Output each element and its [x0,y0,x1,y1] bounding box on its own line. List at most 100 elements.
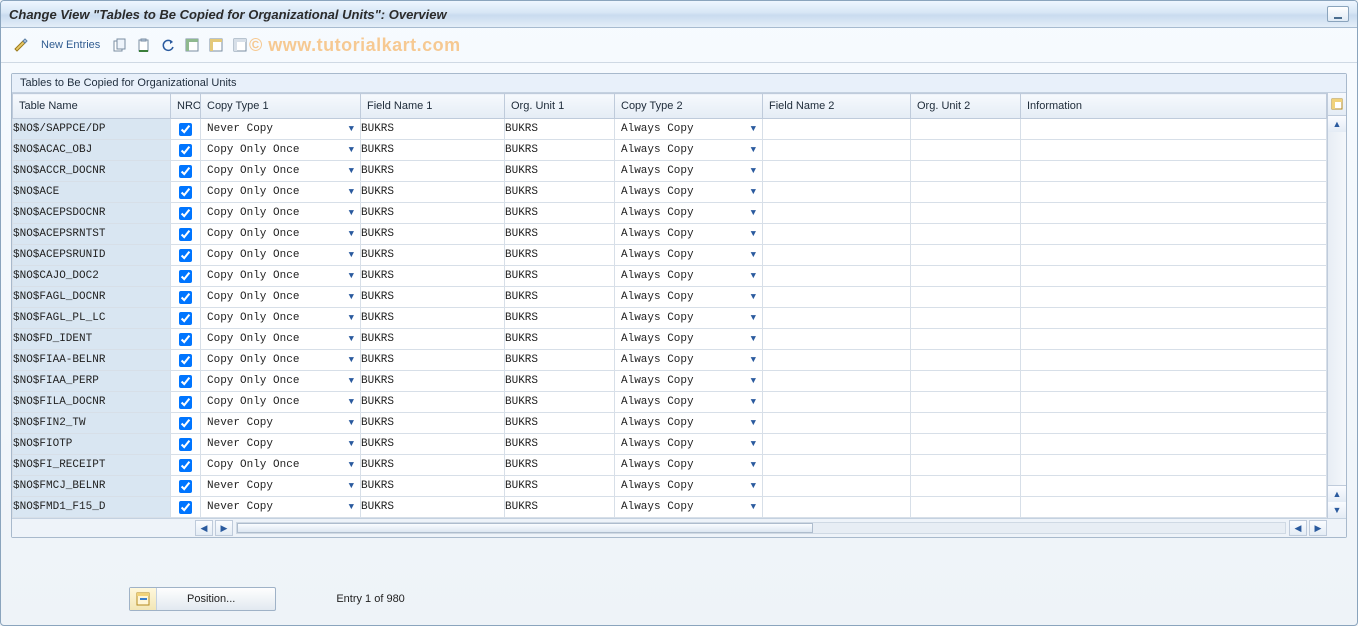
cell-information[interactable] [1021,392,1327,413]
cell-nro[interactable] [171,308,201,329]
cell-org-unit-2[interactable] [911,413,1021,434]
dropdown-arrow-icon[interactable]: ▼ [345,124,358,134]
cell-org-unit-1[interactable]: BUKRS [505,119,615,140]
cell-org-unit-2[interactable] [911,203,1021,224]
cell-nro[interactable] [171,392,201,413]
cell-information[interactable] [1021,224,1327,245]
cell-copy-type-2[interactable]: Always Copy▼ [615,329,763,350]
cell-table-name[interactable]: $NO$FILA_DOCNR [13,392,171,413]
cell-copy-type-2[interactable]: Always Copy▼ [615,497,763,518]
cell-field-name-2[interactable] [763,413,911,434]
cell-copy-type-1[interactable]: Copy Only Once▼ [201,329,361,350]
nro-checkbox[interactable] [179,396,192,409]
cell-org-unit-2[interactable] [911,392,1021,413]
cell-org-unit-2[interactable] [911,476,1021,497]
table-row[interactable]: $NO$FILA_DOCNRCopy Only Once▼BUKRSBUKRSA… [13,392,1327,413]
nro-checkbox[interactable] [179,459,192,472]
table-row[interactable]: $NO$FIAA_PERPCopy Only Once▼BUKRSBUKRSAl… [13,371,1327,392]
cell-copy-type-1[interactable]: Copy Only Once▼ [201,140,361,161]
nro-checkbox[interactable] [179,123,192,136]
nro-checkbox[interactable] [179,375,192,388]
col-field-name-1[interactable]: Field Name 1 [361,94,505,119]
cell-field-name-1[interactable]: BUKRS [361,203,505,224]
cell-copy-type-2[interactable]: Always Copy▼ [615,455,763,476]
cell-table-name[interactable]: $NO$/SAPPCE/DP [13,119,171,140]
dropdown-arrow-icon[interactable]: ▼ [345,145,358,155]
cell-org-unit-1[interactable]: BUKRS [505,266,615,287]
nro-checkbox[interactable] [179,144,192,157]
cell-copy-type-2[interactable]: Always Copy▼ [615,476,763,497]
cell-copy-type-1[interactable]: Copy Only Once▼ [201,182,361,203]
cell-table-name[interactable]: $NO$FMCJ_BELNR [13,476,171,497]
table-row[interactable]: $NO$ACCR_DOCNRCopy Only Once▼BUKRSBUKRSA… [13,161,1327,182]
table-row[interactable]: $NO$ACAC_OBJCopy Only Once▼BUKRSBUKRSAlw… [13,140,1327,161]
nro-checkbox[interactable] [179,333,192,346]
cell-copy-type-2[interactable]: Always Copy▼ [615,308,763,329]
cell-information[interactable] [1021,140,1327,161]
dropdown-arrow-icon[interactable]: ▼ [345,313,358,323]
cell-table-name[interactable]: $NO$FI_RECEIPT [13,455,171,476]
dropdown-arrow-icon[interactable]: ▼ [345,502,358,512]
cell-copy-type-1[interactable]: Never Copy▼ [201,119,361,140]
table-row[interactable]: $NO$FIOTPNever Copy▼BUKRSBUKRSAlways Cop… [13,434,1327,455]
cell-copy-type-2[interactable]: Always Copy▼ [615,140,763,161]
hscroll-left-icon[interactable]: ◀ [195,520,213,536]
cell-information[interactable] [1021,182,1327,203]
cell-field-name-2[interactable] [763,350,911,371]
cell-information[interactable] [1021,350,1327,371]
nro-checkbox[interactable] [179,186,192,199]
cell-org-unit-1[interactable]: BUKRS [505,371,615,392]
cell-copy-type-2[interactable]: Always Copy▼ [615,434,763,455]
cell-field-name-2[interactable] [763,434,911,455]
cell-copy-type-2[interactable]: Always Copy▼ [615,371,763,392]
cell-field-name-1[interactable]: BUKRS [361,182,505,203]
position-button[interactable]: Position... [129,587,276,611]
select-all-icon[interactable] [182,35,202,55]
cell-field-name-1[interactable]: BUKRS [361,329,505,350]
cell-information[interactable] [1021,161,1327,182]
col-org-unit-1[interactable]: Org. Unit 1 [505,94,615,119]
dropdown-arrow-icon[interactable]: ▼ [345,229,358,239]
cell-field-name-1[interactable]: BUKRS [361,497,505,518]
cell-org-unit-2[interactable] [911,287,1021,308]
cell-field-name-1[interactable]: BUKRS [361,287,505,308]
cell-field-name-1[interactable]: BUKRS [361,413,505,434]
col-information[interactable]: Information [1021,94,1327,119]
hscroll-track[interactable] [236,522,1286,534]
cell-information[interactable] [1021,413,1327,434]
cell-table-name[interactable]: $NO$FIOTP [13,434,171,455]
dropdown-arrow-icon[interactable]: ▼ [345,481,358,491]
cell-field-name-2[interactable] [763,119,911,140]
cell-information[interactable] [1021,119,1327,140]
nro-checkbox[interactable] [179,480,192,493]
cell-field-name-1[interactable]: BUKRS [361,245,505,266]
cell-copy-type-2[interactable]: Always Copy▼ [615,287,763,308]
cell-org-unit-2[interactable] [911,266,1021,287]
cell-nro[interactable] [171,224,201,245]
cell-field-name-2[interactable] [763,392,911,413]
cell-copy-type-1[interactable]: Copy Only Once▼ [201,392,361,413]
cell-org-unit-1[interactable]: BUKRS [505,287,615,308]
col-field-name-2[interactable]: Field Name 2 [763,94,911,119]
dropdown-arrow-icon[interactable]: ▼ [345,376,358,386]
cell-information[interactable] [1021,455,1327,476]
cell-copy-type-1[interactable]: Copy Only Once▼ [201,371,361,392]
cell-org-unit-1[interactable]: BUKRS [505,224,615,245]
cell-field-name-2[interactable] [763,329,911,350]
cell-copy-type-2[interactable]: Always Copy▼ [615,161,763,182]
cell-org-unit-2[interactable] [911,224,1021,245]
cell-field-name-2[interactable] [763,161,911,182]
dropdown-arrow-icon[interactable]: ▼ [345,187,358,197]
table-row[interactable]: $NO$FD_IDENTCopy Only Once▼BUKRSBUKRSAlw… [13,329,1327,350]
table-row[interactable]: $NO$ACEPSRUNIDCopy Only Once▼BUKRSBUKRSA… [13,245,1327,266]
dropdown-arrow-icon[interactable]: ▼ [747,397,760,407]
table-row[interactable]: $NO$FI_RECEIPTCopy Only Once▼BUKRSBUKRSA… [13,455,1327,476]
cell-nro[interactable] [171,371,201,392]
dropdown-arrow-icon[interactable]: ▼ [345,292,358,302]
cell-field-name-1[interactable]: BUKRS [361,119,505,140]
cell-field-name-2[interactable] [763,476,911,497]
cell-copy-type-2[interactable]: Always Copy▼ [615,392,763,413]
cell-org-unit-2[interactable] [911,308,1021,329]
cell-copy-type-2[interactable]: Always Copy▼ [615,413,763,434]
cell-copy-type-1[interactable]: Copy Only Once▼ [201,266,361,287]
